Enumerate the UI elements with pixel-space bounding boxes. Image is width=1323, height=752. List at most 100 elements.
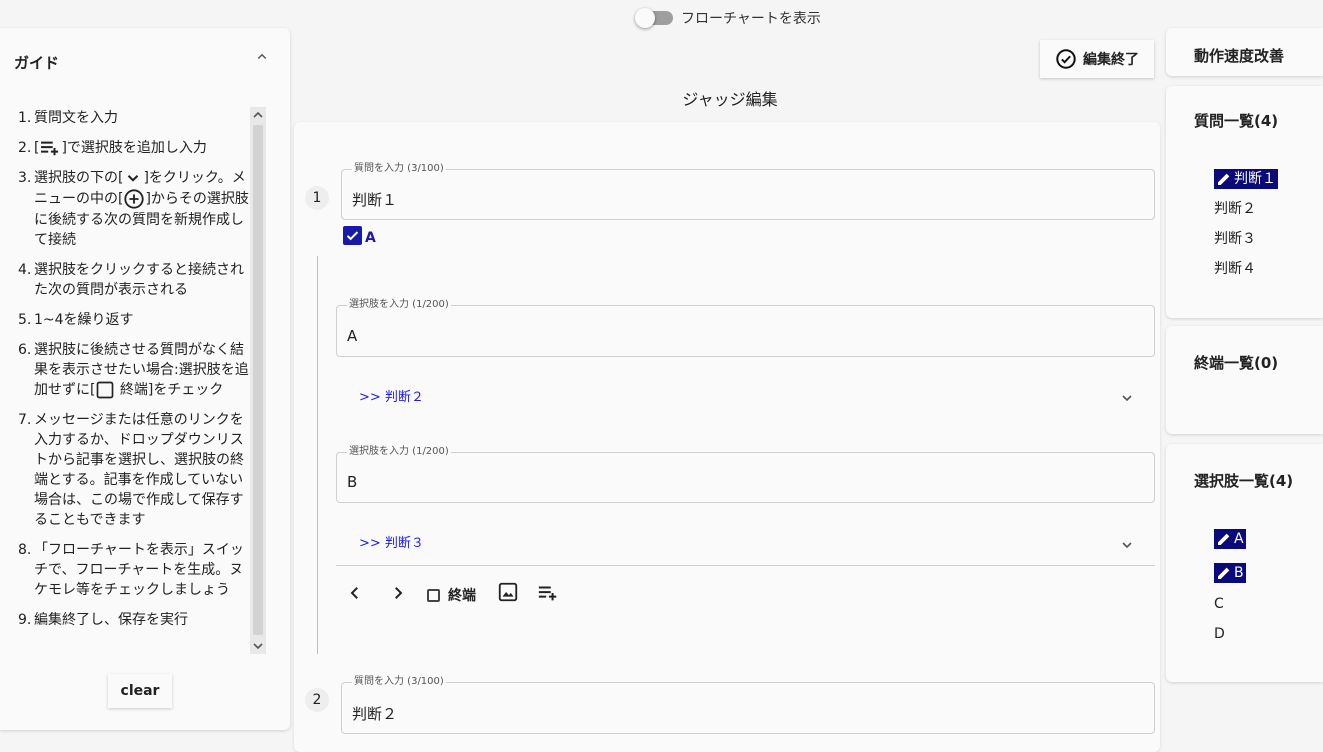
guide-step-2: 2. []で選択肢を追加し入力 [18,138,250,158]
choice-b-field[interactable]: 選択肢を入力 (1/200) B [336,446,1155,503]
guide-title: ガイド [14,54,60,72]
choice-b-value[interactable]: B [347,473,357,491]
terminal-checkbox-row[interactable]: 終端 [427,585,476,605]
question-list-item[interactable]: 判断３ [1214,229,1256,249]
scroll-up-icon[interactable] [252,109,264,121]
finish-edit-button[interactable]: 編集終了 [1040,40,1154,78]
guide-step-text: 質問文を入力 [34,110,118,126]
chevron-right-icon[interactable] [387,582,409,604]
question-2-field[interactable]: 質問を入力 (3/100) 判断２ [341,676,1155,734]
guide-step-num: 5. [18,312,32,328]
speed-title[interactable]: 動作速度改善 [1194,45,1284,66]
guide-step-3: 3. 選択肢の下の[]をクリック。メニューの中の[]からその選択肢に後続する次の… [18,168,250,250]
question-1-choice-check[interactable]: A [343,225,376,246]
terminal-list-title: 終端一覧(0) [1194,354,1279,372]
choice-list-item-label: A [1234,531,1244,547]
chevron-down-icon[interactable] [1119,537,1135,553]
choice-list-item[interactable]: A [1214,529,1246,549]
check-circle-icon [1055,48,1077,70]
guide-step-6: 6. 選択肢に後続させる質問がなく結果を表示させたい場合:選択肢を追加せずに[ … [18,340,250,400]
guide-step-num: 9. [18,612,32,628]
terminal-list-panel: 終端一覧(0) [1166,326,1323,434]
guide-step-text: 選択肢をクリックすると接続された次の質問が表示される [34,262,244,298]
question-list-item[interactable]: 判断４ [1214,259,1256,279]
pencil-icon [1214,529,1234,549]
guide-step-num: 2. [18,140,32,156]
playlist-add-icon [39,139,61,157]
guide-step-num: 6. [18,342,32,358]
question-list-title: 質問一覧(4) [1194,112,1279,130]
flowchart-toggle-row: フローチャートを表示 [635,6,821,30]
choices-divider [336,565,1155,566]
scroll-down-icon[interactable] [252,640,264,652]
guide-step-text-post: 終端]をチェック [115,382,224,398]
question-list-panel: 質問一覧(4) 判断１ 判断２ 判断３ 判断４ [1166,86,1323,318]
guide-step-7: 7. メッセージまたは任意のリンクを入力するか、ドロップダウンリストから記事を選… [18,410,250,530]
question-list-item[interactable]: 判断２ [1214,199,1256,219]
guide-step-text: 1~4を繰り返す [34,312,134,328]
choice-list-item[interactable]: B [1214,563,1246,583]
page-title: ジャッジ編集 [682,90,778,109]
guide-list: 1. 質問文を入力 2. []で選択肢を追加し入力 3. 選択肢の下の[]をクリ… [18,108,250,654]
guide-step-1: 1. 質問文を入力 [18,108,250,128]
guide-step-text-post: ]で選択肢を追加し入力 [61,140,207,156]
guide-step-8: 8. 「フローチャートを表示」スイッチで、フローチャートを生成。ヌケモレ等をチェ… [18,540,250,600]
choice-list-item[interactable]: C [1214,594,1224,614]
playlist-add-icon[interactable] [537,582,559,604]
chevron-up-icon[interactable] [253,48,271,66]
choice-a-field-label: 選択肢を入力 (1/200) [347,299,451,311]
scroll-thumb[interactable] [253,125,263,635]
guide-step-text: 選択肢に後続させる質問がなく結果を表示させたい場合:選択肢を追加せずに[ 終端]… [34,340,250,400]
guide-step-num: 4. [18,262,32,278]
question-2-value[interactable]: 判断２ [352,703,397,724]
checkbox-blank-icon [95,380,115,400]
question-1-checked-choice: A [365,230,376,246]
add-circle-icon [123,188,145,210]
choice-list-title: 選択肢一覧(4) [1194,472,1294,490]
choice-a-next-link[interactable]: >> 判断２ [359,386,424,405]
question-1-field[interactable]: 質問を入力 (3/100) 判断１ [341,163,1155,220]
guide-step-text: []で選択肢を追加し入力 [34,138,250,158]
choice-list-item-label: B [1234,565,1244,581]
terminal-label: 終端 [448,588,476,604]
choice-list-item[interactable]: D [1214,624,1225,644]
question-list-item[interactable]: 判断１ [1214,169,1278,189]
guide-step-4: 4. 選択肢をクリックすると接続された次の質問が表示される [18,260,250,300]
chevron-down-icon [123,169,143,187]
toggle-knob [635,8,655,28]
flowchart-toggle-label: フローチャートを表示 [681,11,821,27]
question-number: 1 [305,186,329,210]
chevron-left-icon[interactable] [344,582,366,604]
choice-b-next-link[interactable]: >> 判断３ [359,532,424,551]
image-icon[interactable] [497,581,519,603]
guide-step-text-pre: 選択肢の下の[ [34,170,124,186]
choice-a-value[interactable]: A [347,327,357,345]
chevron-down-icon[interactable] [1119,390,1135,406]
guide-step-num: 1. [18,110,32,126]
choice-list-panel: 選択肢一覧(4) A B C D [1166,444,1323,682]
guide-step-num: 8. [18,542,32,558]
flowchart-toggle[interactable] [635,8,673,28]
question-2-field-label: 質問を入力 (3/100) [352,676,446,688]
guide-step-num: 3. [18,170,32,186]
finish-edit-label: 編集終了 [1083,52,1139,68]
guide-step-5: 5. 1~4を繰り返す [18,310,250,330]
clear-button[interactable]: clear [108,674,172,708]
guide-step-9: 9. 編集終了し、保存を実行 [18,610,250,630]
checkbox-checked-icon[interactable] [343,226,362,245]
speed-panel: 動作速度改善 [1166,28,1323,76]
question-1-value[interactable]: 判断１ [352,189,397,210]
question-1-field-label: 質問を入力 (3/100) [352,163,446,175]
guide-step-text: 選択肢の下の[]をクリック。メニューの中の[]からその選択肢に後続する次の質問を… [34,168,250,250]
pencil-icon [1214,169,1234,189]
guide-step-text: 「フローチャートを表示」スイッチで、フローチャートを生成。ヌケモレ等をチェックし… [34,542,244,598]
tree-connector-line [317,256,318,654]
checkbox-blank-icon[interactable] [427,588,440,602]
question-list-item-label: 判断１ [1234,171,1276,187]
choice-b-field-label: 選択肢を入力 (1/200) [347,446,451,458]
choice-a-field[interactable]: 選択肢を入力 (1/200) A [336,299,1155,357]
guide-step-text: メッセージまたは任意のリンクを入力するか、ドロップダウンリストから記事を選択し、… [34,412,244,528]
guide-scrollbar[interactable] [250,107,266,654]
pencil-icon [1214,563,1234,583]
question-number: 2 [305,688,329,712]
